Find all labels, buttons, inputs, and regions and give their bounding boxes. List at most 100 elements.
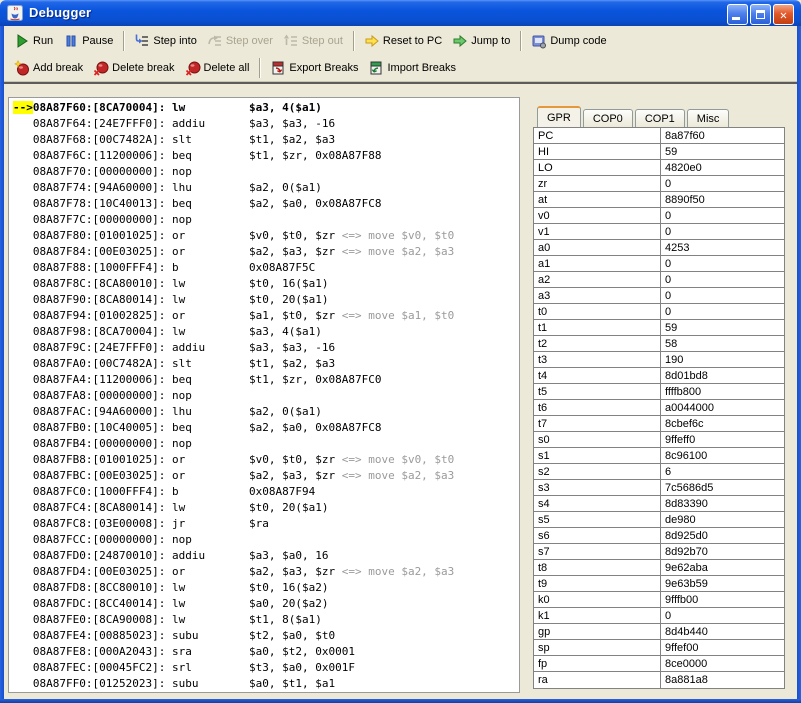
register-row[interactable]: t78cbef6c bbox=[534, 416, 784, 432]
tab-cop0[interactable]: COP0 bbox=[583, 109, 633, 127]
disasm-line[interactable]: 08A87FA4:[11200006]: beq$t1, $zr, 0x08A8… bbox=[13, 372, 519, 388]
disasm-line[interactable]: 08A87FC4:[8CA80014]: lw$t0, 20($a1) bbox=[13, 500, 519, 516]
register-value[interactable]: 59 bbox=[661, 320, 784, 335]
maximize-button[interactable] bbox=[750, 4, 771, 25]
register-value[interactable]: 9e63b59 bbox=[661, 576, 784, 591]
step-out-button[interactable]: Step out bbox=[278, 30, 348, 52]
register-row[interactable]: zr0 bbox=[534, 176, 784, 192]
register-row[interactable]: sp9ffef00 bbox=[534, 640, 784, 656]
register-value[interactable]: 8a87f60 bbox=[661, 128, 784, 143]
disasm-line[interactable]: 08A87FA8:[00000000]: nop bbox=[13, 388, 519, 404]
register-value[interactable]: 9ffeff0 bbox=[661, 432, 784, 447]
disasm-line[interactable]: 08A87F74:[94A60000]: lhu$a2, 0($a1) bbox=[13, 180, 519, 196]
step-into-button[interactable]: Step into bbox=[129, 30, 201, 52]
register-row[interactable]: t5ffffb800 bbox=[534, 384, 784, 400]
register-row[interactable]: s48d83390 bbox=[534, 496, 784, 512]
dump-code-button[interactable]: Dump code bbox=[526, 30, 611, 52]
delete-break-button[interactable]: Delete break bbox=[88, 57, 179, 79]
register-row[interactable]: v10 bbox=[534, 224, 784, 240]
step-over-button[interactable]: Step over bbox=[202, 30, 278, 52]
register-value[interactable]: 0 bbox=[661, 208, 784, 223]
register-row[interactable]: t48d01bd8 bbox=[534, 368, 784, 384]
tab-gpr[interactable]: GPR bbox=[537, 106, 581, 127]
register-value[interactable]: 58 bbox=[661, 336, 784, 351]
register-value[interactable]: 0 bbox=[661, 608, 784, 623]
register-row[interactable]: t159 bbox=[534, 320, 784, 336]
register-row[interactable]: a30 bbox=[534, 288, 784, 304]
register-row[interactable]: s37c5686d5 bbox=[534, 480, 784, 496]
disasm-line[interactable]: 08A87F88:[1000FFF4]: b0x08A87F5C bbox=[13, 260, 519, 276]
register-value[interactable]: 0 bbox=[661, 176, 784, 191]
register-value[interactable]: 6 bbox=[661, 464, 784, 479]
register-row[interactable]: ra8a881a8 bbox=[534, 672, 784, 688]
disasm-line[interactable]: 08A87FCC:[00000000]: nop bbox=[13, 532, 519, 548]
disasm-line[interactable]: 08A87FD4:[00E03025]: or$a2, $a3, $zr <=>… bbox=[13, 564, 519, 580]
register-row[interactable]: s09ffeff0 bbox=[534, 432, 784, 448]
disasm-line[interactable]: 08A87F94:[01002825]: or$a1, $t0, $zr <=>… bbox=[13, 308, 519, 324]
disasm-line[interactable]: 08A87FD0:[24870010]: addiu$a3, $a0, 16 bbox=[13, 548, 519, 564]
reset-to-pc-button[interactable]: Reset to PC bbox=[359, 30, 447, 52]
disasm-line[interactable]: 08A87FA0:[00C7482A]: slt$t1, $a2, $a3 bbox=[13, 356, 519, 372]
disasm-line[interactable]: 08A87FC8:[03E00008]: jr$ra bbox=[13, 516, 519, 532]
disasm-line[interactable]: 08A87F64:[24E7FFF0]: addiu$a3, $a3, -16 bbox=[13, 116, 519, 132]
register-row[interactable]: a20 bbox=[534, 272, 784, 288]
disasm-line[interactable]: 08A87FF0:[01252023]: subu$a0, $t1, $a1 bbox=[13, 676, 519, 692]
register-value[interactable]: ffffb800 bbox=[661, 384, 784, 399]
register-row[interactable]: t3190 bbox=[534, 352, 784, 368]
disasm-line[interactable]: 08A87FAC:[94A60000]: lhu$a2, 0($a1) bbox=[13, 404, 519, 420]
register-value[interactable]: 9fffb00 bbox=[661, 592, 784, 607]
register-value[interactable]: 0 bbox=[661, 224, 784, 239]
jump-to-button[interactable]: Jump to bbox=[447, 30, 515, 52]
register-value[interactable]: 0 bbox=[661, 288, 784, 303]
disasm-line[interactable]: 08A87F8C:[8CA80010]: lw$t0, 16($a1) bbox=[13, 276, 519, 292]
disassembly-panel[interactable]: -->08A87F60:[8CA70004]: lw$a3, 4($a1) 08… bbox=[8, 97, 520, 693]
register-row[interactable]: s18c96100 bbox=[534, 448, 784, 464]
register-row[interactable]: v00 bbox=[534, 208, 784, 224]
register-row[interactable]: t258 bbox=[534, 336, 784, 352]
register-value[interactable]: 7c5686d5 bbox=[661, 480, 784, 495]
register-value[interactable]: 9ffef00 bbox=[661, 640, 784, 655]
register-value[interactable]: 4253 bbox=[661, 240, 784, 255]
close-button[interactable]: ✕ bbox=[773, 4, 794, 25]
register-row[interactable]: s5de980 bbox=[534, 512, 784, 528]
minimize-button[interactable] bbox=[727, 4, 748, 25]
export-breaks-button[interactable]: Export Breaks bbox=[265, 57, 363, 79]
register-value[interactable]: 8c96100 bbox=[661, 448, 784, 463]
register-value[interactable]: 8d4b440 bbox=[661, 624, 784, 639]
disasm-line[interactable]: 08A87F70:[00000000]: nop bbox=[13, 164, 519, 180]
disasm-line[interactable]: 08A87F98:[8CA70004]: lw$a3, 4($a1) bbox=[13, 324, 519, 340]
disasm-line[interactable]: 08A87FE8:[000A2043]: sra$a0, $t2, 0x0001 bbox=[13, 644, 519, 660]
register-value[interactable]: 8d83390 bbox=[661, 496, 784, 511]
tab-misc[interactable]: Misc bbox=[687, 109, 730, 127]
register-value[interactable]: 8890f50 bbox=[661, 192, 784, 207]
register-value[interactable]: 4820e0 bbox=[661, 160, 784, 175]
add-break-button[interactable]: Add break bbox=[9, 57, 88, 79]
register-row[interactable]: fp8ce0000 bbox=[534, 656, 784, 672]
register-row[interactable]: HI59 bbox=[534, 144, 784, 160]
register-value[interactable]: 9e62aba bbox=[661, 560, 784, 575]
disasm-line[interactable]: 08A87FEC:[00045FC2]: srl$t3, $a0, 0x001F bbox=[13, 660, 519, 676]
register-value[interactable]: 59 bbox=[661, 144, 784, 159]
disasm-line[interactable]: 08A87FD8:[8CC80010]: lw$t0, 16($a2) bbox=[13, 580, 519, 596]
disasm-line[interactable]: 08A87FB8:[01001025]: or$v0, $t0, $zr <=>… bbox=[13, 452, 519, 468]
register-value[interactable]: 0 bbox=[661, 272, 784, 287]
disasm-line[interactable]: 08A87FE4:[00885023]: subu$t2, $a0, $t0 bbox=[13, 628, 519, 644]
disasm-line[interactable]: 08A87FC0:[1000FFF4]: b0x08A87F94 bbox=[13, 484, 519, 500]
import-breaks-button[interactable]: Import Breaks bbox=[363, 57, 460, 79]
disasm-line[interactable]: 08A87FE0:[8CA90008]: lw$t1, 8($a1) bbox=[13, 612, 519, 628]
register-row[interactable]: a10 bbox=[534, 256, 784, 272]
disasm-line[interactable]: -->08A87F60:[8CA70004]: lw$a3, 4($a1) bbox=[13, 100, 519, 116]
titlebar[interactable]: Debugger ✕ bbox=[0, 0, 801, 26]
disasm-line[interactable]: 08A87FBC:[00E03025]: or$a2, $a3, $zr <=>… bbox=[13, 468, 519, 484]
register-row[interactable]: s78d92b70 bbox=[534, 544, 784, 560]
disasm-line[interactable]: 08A87F6C:[11200006]: beq$t1, $zr, 0x08A8… bbox=[13, 148, 519, 164]
run-button[interactable]: Run bbox=[9, 30, 58, 52]
register-row[interactable]: s26 bbox=[534, 464, 784, 480]
register-row[interactable]: gp8d4b440 bbox=[534, 624, 784, 640]
delete-all-button[interactable]: Delete all bbox=[180, 57, 255, 79]
register-row[interactable]: a04253 bbox=[534, 240, 784, 256]
register-value[interactable]: de980 bbox=[661, 512, 784, 527]
register-row[interactable]: s68d925d0 bbox=[534, 528, 784, 544]
register-value[interactable]: 8d925d0 bbox=[661, 528, 784, 543]
disasm-line[interactable]: 08A87F68:[00C7482A]: slt$t1, $a2, $a3 bbox=[13, 132, 519, 148]
